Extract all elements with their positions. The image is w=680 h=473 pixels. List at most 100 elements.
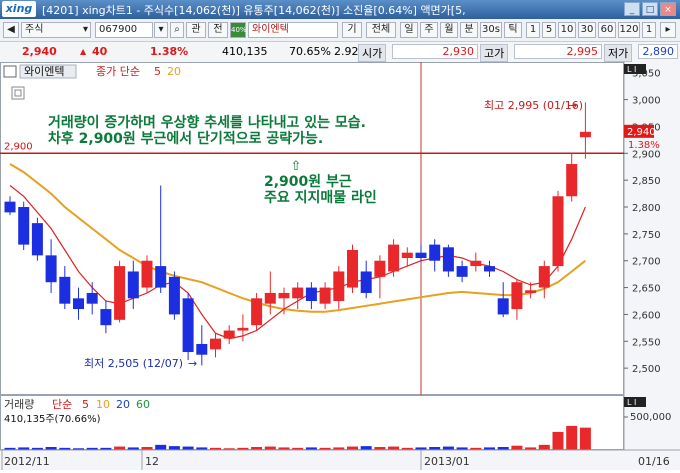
app-logo: xing	[2, 1, 36, 17]
chart-area: 3,0503,0002,9502,9002,8502,8002,7502,700…	[0, 62, 680, 473]
volume-bar	[155, 444, 167, 450]
price-axis-label: 2,550	[632, 337, 661, 348]
period-30s-button[interactable]: 30s	[480, 22, 502, 38]
candle-up	[292, 287, 304, 299]
gi-button[interactable]: 기	[342, 22, 362, 38]
all-button[interactable]: 전	[208, 22, 228, 38]
margin-badge: 40%	[230, 22, 247, 38]
candle-down	[182, 298, 194, 353]
candle-down	[196, 343, 208, 355]
candle-down	[73, 298, 84, 310]
volume-ma5: 5	[82, 398, 89, 411]
close-button[interactable]: ×	[660, 2, 676, 16]
settings-icon[interactable]: ▸	[660, 22, 676, 38]
stock-legend-label: 와이엔텍	[24, 65, 64, 78]
period-day-button[interactable]: 일	[400, 22, 418, 38]
quote-bar: 2,940 ▲ 40 1.38% 410,135 70.65% 2.92% 시가…	[0, 42, 680, 63]
date-label-2: 12	[145, 455, 159, 468]
candle-up	[579, 131, 591, 138]
candle-down	[442, 247, 454, 272]
volume-bar	[182, 446, 194, 450]
history-icon[interactable]: ◀	[3, 22, 19, 38]
volume-bar	[264, 446, 276, 450]
log-scale-badge-text: L I	[627, 65, 636, 74]
candle-up	[511, 282, 523, 310]
candle-up	[374, 260, 386, 277]
period-minute-button[interactable]: 분	[460, 22, 478, 38]
candle-up	[401, 252, 413, 259]
price-chart-svg[interactable]: 3,0503,0002,9502,9002,8502,8002,7502,700…	[0, 62, 680, 470]
interval-30-button[interactable]: 30	[578, 22, 596, 38]
support-line-label: 2,900	[4, 141, 33, 152]
price-axis-label: 2,750	[632, 230, 661, 241]
volume-current-value: 410,135주(70.66%)	[4, 414, 101, 425]
price-axis-label: 2,600	[632, 310, 661, 321]
low-label: 저가	[604, 44, 633, 62]
date-axis-bg	[0, 450, 680, 470]
stock-name-field: 와이엔텍	[248, 22, 338, 38]
code-input[interactable]: 067900	[95, 22, 153, 38]
maximize-button[interactable]: □	[642, 2, 658, 16]
price-axis-label: 2,900	[632, 149, 661, 160]
date-label-4: 01/16	[638, 455, 670, 468]
volume-ratio: 70.65%	[289, 45, 331, 58]
period-month-button[interactable]: 월	[440, 22, 458, 38]
interval-120-button[interactable]: 120	[618, 22, 640, 38]
interval-custom-button[interactable]: 1	[642, 22, 656, 38]
interval-60-button[interactable]: 60	[598, 22, 616, 38]
volume-bar	[442, 446, 454, 450]
candle-down	[497, 298, 509, 315]
candle-up	[525, 290, 537, 293]
high-value: 2,995	[514, 44, 602, 59]
candle-up	[223, 330, 235, 339]
candle-down	[31, 223, 43, 256]
candle-down	[429, 244, 441, 261]
ma5-legend: 5	[154, 65, 161, 78]
volume-bar	[511, 445, 523, 450]
price-change-pct: 1.38%	[150, 45, 189, 58]
price-axis-label: 2,700	[632, 257, 661, 268]
open-value: 2,930	[392, 44, 478, 59]
price-axis-label: 2,850	[632, 176, 661, 187]
volume-bar	[168, 446, 180, 450]
search-icon[interactable]: ⌕	[170, 22, 184, 38]
panel-toggle-icon[interactable]	[3, 65, 17, 78]
annotation-line-3: 2,900원 부근	[264, 174, 352, 190]
annotation-line-2: 차후 2,900원 부근에서 단기적으로 공략가능.	[48, 130, 323, 147]
chart-options-icon[interactable]	[11, 86, 25, 100]
low-value: 2,890	[638, 44, 678, 59]
candle-up	[278, 292, 290, 299]
volume-legend-label: 거래량	[4, 398, 34, 411]
period-tick-button[interactable]: 틱	[504, 22, 522, 38]
minimize-button[interactable]: _	[624, 2, 640, 16]
period-week-button[interactable]: 주	[420, 22, 438, 38]
candle-up	[237, 327, 249, 331]
volume-ma20: 20	[116, 398, 130, 411]
market-select[interactable]: 주식 ▾	[21, 22, 91, 38]
interval-5-button[interactable]: 5	[542, 22, 556, 38]
candle-up	[470, 260, 482, 267]
candle-down	[415, 252, 427, 259]
view-all-button[interactable]: 전체	[366, 22, 396, 38]
candle-up	[566, 164, 578, 197]
related-button[interactable]: 관	[186, 22, 206, 38]
chevron-down-icon: ▾	[82, 24, 88, 35]
volume-ma10: 10	[96, 398, 110, 411]
candle-down	[305, 287, 317, 302]
up-arrow-icon: ▲	[80, 47, 87, 56]
interval-1-button[interactable]: 1	[526, 22, 540, 38]
up-arrow-marker: ⇧	[291, 159, 302, 174]
code-value: 067900	[99, 24, 138, 35]
min-arrow-icon: →	[188, 357, 197, 370]
candle-down	[45, 255, 57, 283]
candle-down	[484, 266, 495, 272]
candle-down	[456, 266, 468, 277]
volume-bar	[566, 425, 578, 450]
candle-up	[333, 271, 345, 302]
volume-bar	[347, 446, 358, 450]
current-pct-tag-text: 1.38%	[628, 140, 660, 151]
volume-value: 410,135	[222, 45, 268, 58]
code-dropdown-icon[interactable]: ▾	[154, 22, 168, 38]
interval-10-button[interactable]: 10	[558, 22, 576, 38]
min-price-label: 최저 2,505 (12/07)	[84, 357, 183, 370]
